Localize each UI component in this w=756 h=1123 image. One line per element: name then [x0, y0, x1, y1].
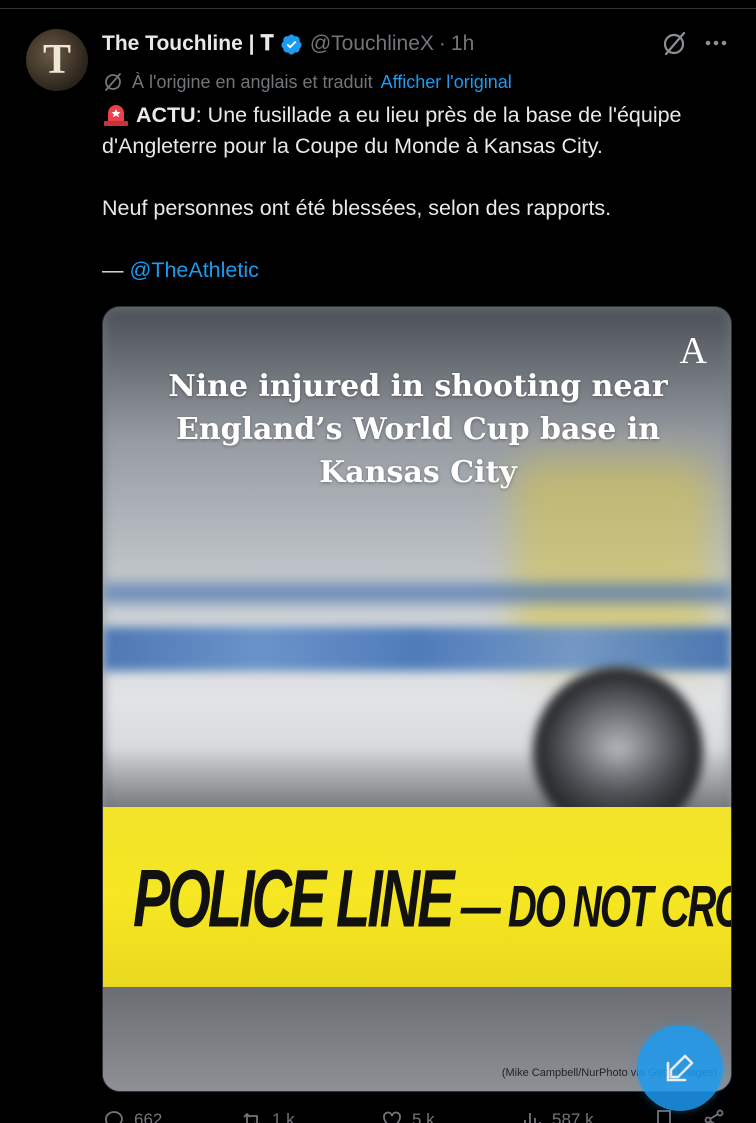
translated-label: À l'origine en anglais et traduit	[132, 71, 373, 92]
reply-count: 662	[134, 1110, 163, 1123]
views-action[interactable]: 587 k	[520, 1108, 594, 1123]
like-icon	[383, 1111, 401, 1123]
tweet-page: T The Touchline | 𝐓 @TouchlineX · 1h À l…	[0, 0, 756, 1123]
police-tape: POLICE LINE — DO NOT CROSS	[103, 807, 731, 987]
show-original-link[interactable]: Afficher l'original	[381, 72, 512, 93]
police-tape-text: POLICE LINE — DO NOT CROSS	[133, 851, 731, 945]
siren-icon	[104, 105, 128, 126]
avatar-letter: T	[42, 37, 71, 83]
reply-action[interactable]: 662	[102, 1108, 162, 1123]
tweet-line-2: Neuf personnes ont été blessées, selon d…	[102, 196, 612, 220]
tweet-header: The Touchline | 𝐓 @TouchlineX · 1h	[102, 28, 474, 60]
handle[interactable]: @TouchlineX	[310, 32, 434, 56]
more-icon[interactable]	[703, 30, 729, 56]
tweet-paragraph-1: ACTU: Une fusillade a eu lieu près de la…	[102, 100, 742, 162]
compose-icon	[666, 1054, 694, 1082]
tweet-lead: ACTU	[136, 103, 196, 127]
like-count: 5 k	[412, 1110, 435, 1123]
share-action[interactable]	[702, 1108, 734, 1123]
views-count: 587 k	[552, 1110, 594, 1123]
repost-action[interactable]: 1 k	[240, 1108, 295, 1123]
blurred-police-car-stripe	[103, 627, 731, 671]
top-divider	[0, 8, 756, 9]
separator-dot: ·	[438, 32, 446, 55]
display-name[interactable]: The Touchline | 𝐓	[102, 32, 274, 56]
translation-notice: À l'origine en anglais et traduit Affich…	[102, 70, 512, 94]
verified-badge-icon[interactable]	[280, 33, 303, 56]
blurred-stripe-upper	[103, 583, 731, 603]
tweet-paragraph-2: Neuf personnes ont été blessées, selon d…	[102, 193, 742, 224]
grok-icon[interactable]	[660, 30, 688, 58]
like-action[interactable]: 5 k	[380, 1108, 435, 1123]
repost-count: 1 k	[272, 1110, 295, 1123]
reply-icon	[105, 1111, 123, 1123]
media-headline: Nine injured in shooting near England’s …	[168, 369, 668, 490]
compose-button[interactable]	[637, 1025, 723, 1111]
avatar[interactable]: T	[26, 29, 88, 91]
attribution-dash: —	[102, 258, 130, 282]
tape-text-part-2: — DO NOT CROSS	[460, 875, 731, 940]
athletic-logo: A	[679, 330, 707, 372]
timestamp[interactable]: 1h	[451, 32, 474, 56]
action-bar: 662 1 k 5 k 587 k	[102, 1108, 742, 1123]
translate-icon	[105, 73, 121, 91]
tweet-paragraph-3: — @TheAthletic	[102, 255, 742, 286]
repost-icon	[243, 1112, 260, 1123]
tweet-text: ACTU: Une fusillade a eu lieu près de la…	[102, 100, 742, 286]
mention-link[interactable]: @TheAthletic	[129, 258, 258, 282]
views-icon	[524, 1113, 541, 1123]
share-icon	[704, 1109, 724, 1123]
media-image[interactable]: A Nine injured in shooting near England’…	[102, 306, 732, 1092]
tape-text-part-1: POLICE LINE	[133, 852, 455, 944]
